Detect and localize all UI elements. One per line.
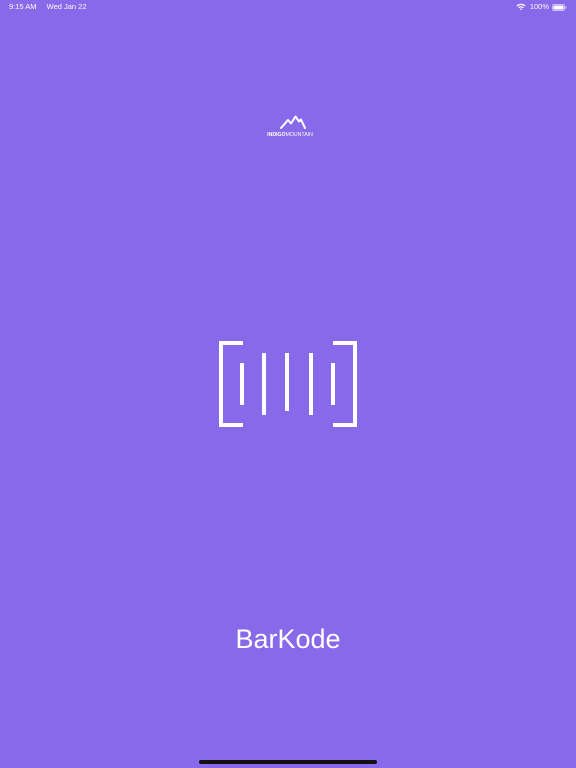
battery-icon — [552, 3, 567, 11]
wifi-icon — [516, 3, 526, 11]
status-date: Wed Jan 22 — [46, 2, 87, 11]
app-name: BarKode — [235, 624, 341, 654]
status-bar-left: 9:15 AM Wed Jan 22 — [9, 0, 87, 14]
barcode-icon — [219, 341, 357, 427]
brand-wordmark: INDIGOMOUNTAIN — [261, 131, 319, 139]
status-bar: 9:15 AM Wed Jan 22 100% — [0, 0, 576, 14]
battery-fill — [553, 5, 564, 9]
brand-name-bold: INDIGO — [267, 132, 286, 138]
mountain-icon — [280, 115, 306, 129]
status-time: 9:15 AM — [9, 2, 37, 11]
indigo-mountain-logo: INDIGOMOUNTAIN — [258, 113, 318, 141]
status-bar-right: 100% — [516, 0, 567, 14]
battery-percent: 100% — [529, 2, 549, 11]
home-indicator[interactable] — [199, 760, 377, 764]
brand-name-regular: MOUNTAIN — [285, 132, 313, 138]
